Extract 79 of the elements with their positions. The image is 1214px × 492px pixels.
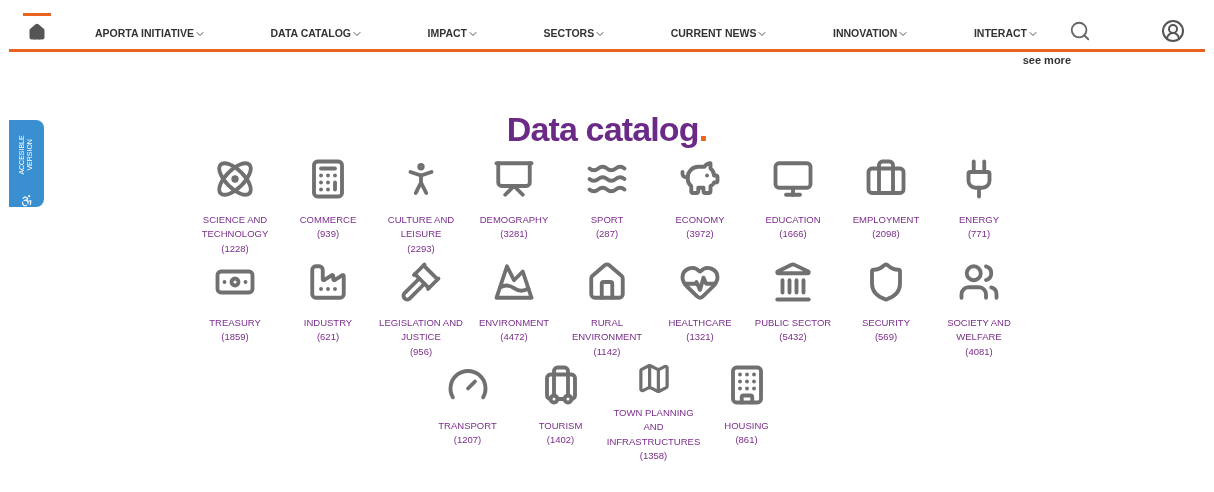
category-link[interactable]: INDUSTRY (621) bbox=[281, 257, 375, 361]
category-count: (2098) bbox=[872, 227, 900, 241]
category-name: HEALTHCARE bbox=[667, 315, 733, 330]
nav-menu-item[interactable]: INNOVATION bbox=[833, 25, 910, 42]
category-link[interactable]: EMPLOYMENT (2098) bbox=[839, 154, 933, 258]
category-name: LEGISLATION AND JUSTICE bbox=[378, 315, 464, 344]
category-name: TREASURY bbox=[208, 315, 262, 330]
category-count: (1859) bbox=[221, 330, 249, 344]
category-name: ECONOMY bbox=[674, 212, 726, 227]
category-link[interactable]: EDUCATION (1666) bbox=[746, 154, 840, 258]
category-link[interactable]: TOWN PLANNING AND INFRASTRUCTURES (1358) bbox=[607, 360, 700, 464]
category-link[interactable]: ENVIRONMENT (4472) bbox=[467, 257, 561, 361]
category-count: (569) bbox=[874, 330, 898, 344]
category-name: ENVIRONMENT bbox=[477, 315, 551, 330]
see-more-link[interactable]: see more bbox=[1022, 52, 1071, 69]
search-icon[interactable] bbox=[1069, 19, 1091, 42]
category-link[interactable]: TRANSPORT (1207) bbox=[421, 360, 514, 464]
category-name: SECURITY bbox=[860, 315, 911, 330]
category-count: (3972) bbox=[686, 227, 714, 241]
category-name: INDUSTRY bbox=[302, 315, 354, 330]
nav-menu-item[interactable]: SECTORS bbox=[543, 25, 607, 42]
nav-menu-item[interactable]: DATA CATALOG bbox=[270, 25, 363, 42]
category-count: (1321) bbox=[686, 330, 714, 344]
category-count: (5432) bbox=[779, 330, 807, 344]
category-count: (2293) bbox=[407, 241, 435, 256]
category-name: PUBLIC SECTOR bbox=[753, 315, 833, 330]
category-count: (4081) bbox=[965, 344, 993, 359]
category-link[interactable]: PUBLIC SECTOR (5432) bbox=[746, 257, 840, 361]
category-link[interactable]: SOCIETY AND WELFARE (4081) bbox=[932, 257, 1026, 361]
accessibility-icon bbox=[19, 193, 34, 207]
category-link[interactable]: ECONOMY (3972) bbox=[653, 154, 747, 258]
home-icon bbox=[28, 23, 46, 41]
page-title: Data catalog. bbox=[506, 108, 708, 149]
category-name: DEMOGRAPHY bbox=[478, 212, 550, 227]
category-name: COMMERCE bbox=[298, 212, 358, 227]
category-link[interactable]: HOUSING (861) bbox=[700, 360, 793, 464]
category-link[interactable]: DEMOGRAPHY (3281) bbox=[467, 154, 561, 258]
category-link[interactable]: SPORT (287) bbox=[560, 154, 654, 258]
category-count: (1358) bbox=[639, 449, 668, 463]
category-link[interactable]: TREASURY (1859) bbox=[188, 257, 282, 361]
category-count: (4472) bbox=[500, 330, 528, 344]
category-link[interactable]: TOURISM (1402) bbox=[514, 360, 607, 464]
category-count: (956) bbox=[409, 344, 433, 359]
nav-menu-item[interactable]: IMPACT bbox=[427, 25, 480, 42]
category-count: (861) bbox=[735, 433, 758, 447]
category-count: (1142) bbox=[593, 344, 621, 359]
category-count: (939) bbox=[316, 227, 340, 241]
category-count: (771) bbox=[967, 227, 991, 241]
category-count: (621) bbox=[316, 330, 340, 344]
category-link[interactable]: HEALTHCARE (1321) bbox=[653, 257, 747, 361]
category-count: (1666) bbox=[779, 227, 807, 241]
category-name: SPORT bbox=[589, 212, 625, 227]
nav-menu-item[interactable]: INTERACT bbox=[973, 25, 1039, 42]
category-link[interactable]: RURAL ENVIRONMENT (1142) bbox=[560, 257, 654, 361]
category-name: RURAL ENVIRONMENT bbox=[570, 315, 644, 344]
category-count: (1402) bbox=[546, 433, 575, 447]
category-link[interactable]: ENERGY (771) bbox=[932, 154, 1026, 258]
category-link[interactable]: COMMERCE (939) bbox=[281, 154, 375, 258]
category-count: (1207) bbox=[453, 433, 482, 447]
user-icon[interactable] bbox=[1161, 18, 1185, 43]
category-name: EMPLOYMENT bbox=[851, 212, 921, 227]
category-name: HOUSING bbox=[723, 418, 770, 433]
category-count: (3281) bbox=[500, 227, 528, 241]
category-name: SOCIETY AND WELFARE bbox=[946, 315, 1012, 344]
category-link[interactable]: SECURITY (569) bbox=[839, 257, 933, 361]
category-name: TOURISM bbox=[537, 418, 584, 433]
category-name: TOWN PLANNING AND INFRASTRUCTURES bbox=[605, 405, 702, 449]
category-count: (1228) bbox=[221, 241, 249, 256]
category-link[interactable]: CULTURE AND LEISURE (2293) bbox=[374, 154, 468, 258]
nav-menu-item[interactable]: APORTA INITIATIVE bbox=[95, 25, 206, 42]
category-link[interactable]: LEGISLATION AND JUSTICE (956) bbox=[374, 257, 468, 361]
category-link[interactable]: SCIENCE AND TECHNOLOGY (1228) bbox=[188, 154, 282, 258]
category-count: (287) bbox=[595, 227, 619, 241]
category-name: SCIENCE AND TECHNOLOGY bbox=[200, 212, 270, 241]
category-name: ENERGY bbox=[957, 212, 1001, 227]
category-name: CULTURE AND LEISURE bbox=[386, 212, 456, 241]
category-name: EDUCATION bbox=[764, 212, 822, 227]
nav-menu-item[interactable]: CURRENT NEWS bbox=[670, 25, 769, 42]
category-name: TRANSPORT bbox=[437, 418, 498, 433]
